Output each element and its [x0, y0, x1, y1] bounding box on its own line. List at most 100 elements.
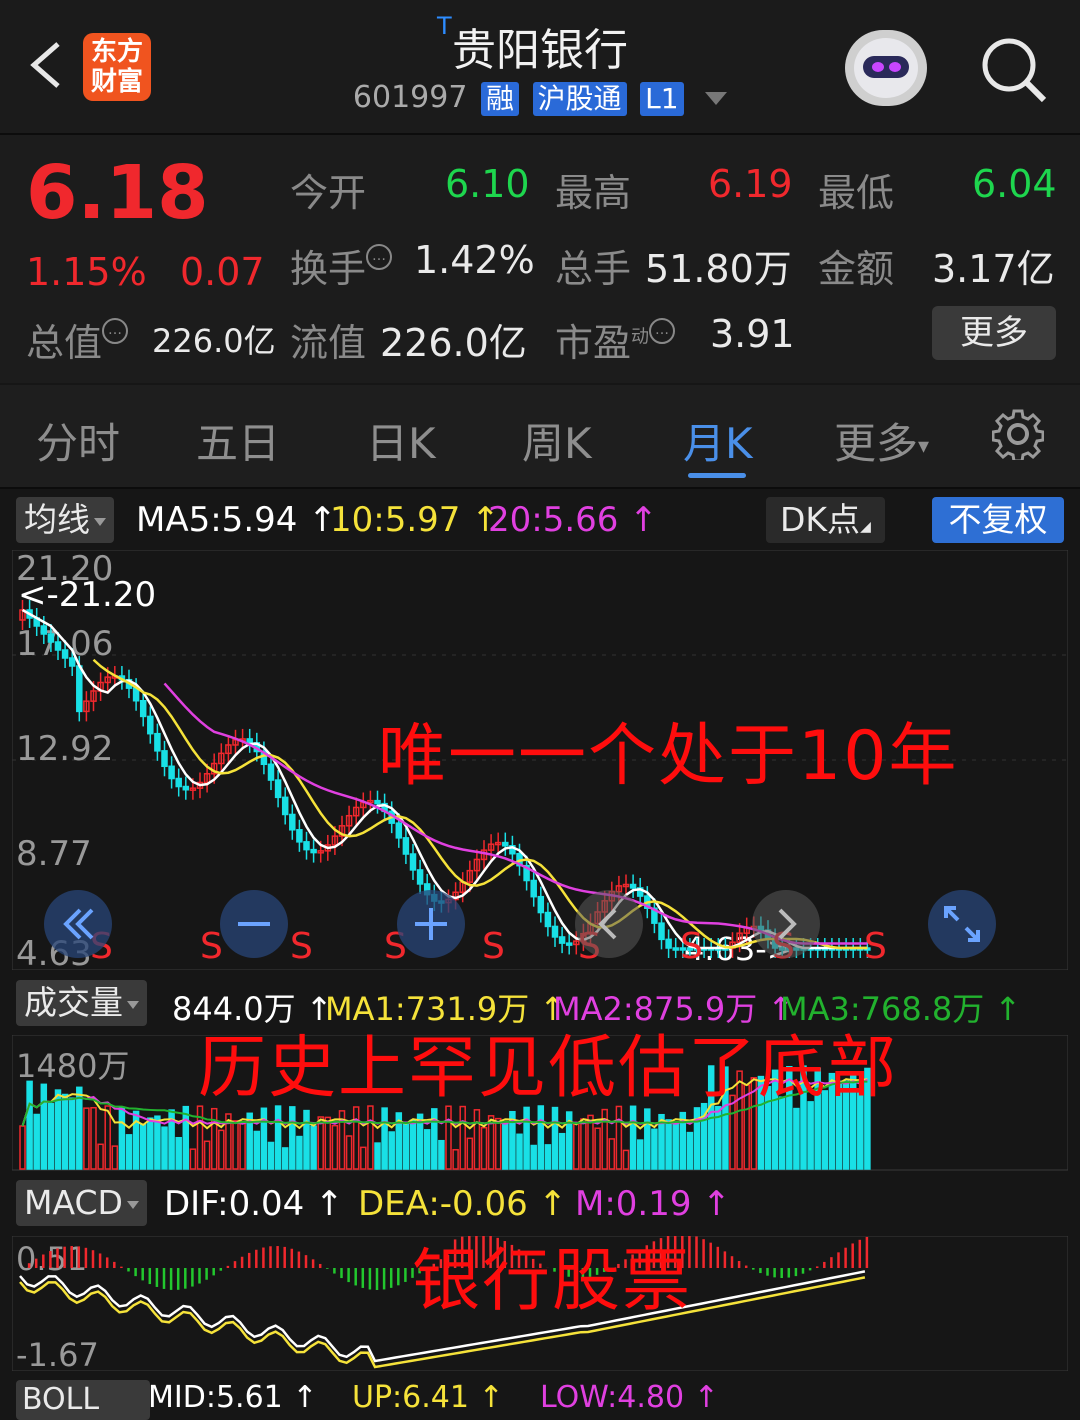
volume-bar — [154, 1115, 161, 1170]
max-price-note: <-21.20 — [18, 575, 156, 615]
tab-five-day[interactable]: 五日 — [196, 410, 280, 471]
macd-dea: DEA:-0.06 ↑ — [358, 1184, 568, 1224]
volume-label: 总手 — [555, 247, 632, 291]
sell-marker: S — [290, 926, 313, 967]
volume-bar — [452, 1149, 459, 1170]
macd-selector[interactable]: MACD — [16, 1180, 147, 1226]
mcap-label[interactable]: 总值… — [26, 312, 129, 367]
candle-body — [68, 657, 76, 667]
candle-body — [402, 837, 410, 855]
chevron-down-icon[interactable] — [705, 92, 728, 105]
volume-bar — [147, 1117, 154, 1170]
more-button[interactable]: 更多 — [932, 306, 1056, 360]
candle-body — [672, 947, 679, 951]
volume-bar — [54, 1089, 62, 1170]
volume-bar — [97, 1143, 104, 1170]
volume-bar — [345, 1135, 353, 1170]
volume-bar — [466, 1137, 474, 1170]
sell-marker: S — [680, 926, 703, 967]
scroll-right-button[interactable] — [752, 890, 820, 958]
ma-selector[interactable]: 均线 — [16, 497, 114, 543]
volume-bar — [573, 1122, 580, 1170]
candle-body — [310, 848, 317, 854]
macd-y-bottom: -1.67 — [16, 1336, 99, 1371]
volume-bar — [182, 1105, 190, 1170]
macd-dif: DIF:0.04 ↑ — [164, 1184, 344, 1224]
volume-bar — [324, 1116, 332, 1170]
volume-bar — [644, 1108, 651, 1170]
volume-bar — [68, 1097, 76, 1170]
volume-bar — [239, 1121, 246, 1170]
volume-bar — [665, 1119, 672, 1170]
info-icon[interactable]: … — [366, 244, 393, 270]
tag-level: L1 — [640, 81, 684, 116]
tab-monthly[interactable]: 月K — [683, 410, 753, 471]
volume-bar — [232, 1120, 239, 1170]
scroll-left-fast-button[interactable] — [44, 890, 112, 958]
mcap-value: 226.0亿 — [152, 322, 276, 360]
dk-point-button[interactable]: DK点◢ — [766, 497, 885, 543]
amount-value: 3.17亿 — [932, 247, 1055, 291]
candle-body — [502, 841, 509, 847]
sell-marker: S — [482, 926, 505, 967]
volume-bar — [76, 1086, 83, 1170]
tab-more[interactable]: 更多▾ — [834, 410, 929, 471]
caret-down-icon — [126, 1200, 139, 1209]
candle-body — [175, 777, 182, 788]
pe-label[interactable]: 市盈动… — [555, 312, 676, 367]
boll-selector[interactable]: BOLL — [16, 1380, 150, 1420]
volume-bar — [267, 1141, 275, 1170]
volume-bar — [402, 1121, 410, 1170]
candle-body — [281, 796, 289, 816]
tag-connect: 沪股通 — [532, 81, 627, 116]
volume-bar — [310, 1125, 317, 1170]
candle-body — [139, 699, 147, 718]
tab-weekly[interactable]: 周K — [522, 410, 592, 471]
gear-icon[interactable] — [992, 408, 1044, 460]
volume-bar — [409, 1119, 417, 1170]
volume-bar — [494, 1117, 502, 1170]
robot-avatar-icon[interactable] — [845, 30, 927, 106]
fullscreen-button[interactable] — [928, 890, 996, 958]
volume-bar — [693, 1107, 701, 1170]
volume-bar — [360, 1146, 367, 1170]
candle-body — [61, 649, 69, 659]
tab-daily[interactable]: 日K — [366, 410, 436, 471]
amount-label: 金额 — [818, 247, 895, 291]
volume-bar — [139, 1123, 147, 1170]
volume-bar — [218, 1129, 225, 1170]
turnover-value: 1.42% — [414, 238, 535, 282]
volume-selector-label: 成交量 — [24, 983, 123, 1022]
info-icon[interactable]: … — [102, 318, 129, 344]
zoom-out-button[interactable] — [220, 890, 288, 958]
volume-bar — [19, 1125, 26, 1170]
y-axis-label: 8.77 — [16, 834, 92, 874]
low-value: 6.04 — [972, 162, 1057, 206]
ma-selector-label: 均线 — [24, 500, 90, 539]
turnover-label[interactable]: 换手… — [290, 238, 393, 293]
boll-mid: MID:5.61 ↑ — [148, 1380, 318, 1415]
volume-bar — [431, 1108, 438, 1170]
scroll-left-button[interactable] — [575, 890, 643, 958]
zoom-in-button[interactable] — [397, 890, 465, 958]
tab-intraday[interactable]: 分时 — [36, 410, 120, 471]
volume-bar — [615, 1105, 623, 1170]
search-icon[interactable] — [978, 34, 1048, 104]
info-icon[interactable]: … — [649, 318, 676, 344]
volume-bar — [367, 1105, 374, 1170]
volume-bar — [608, 1138, 616, 1170]
candle-body — [558, 936, 566, 944]
volume-bar — [161, 1126, 168, 1170]
volume-selector[interactable]: 成交量 — [16, 980, 147, 1026]
volume-bar — [61, 1093, 69, 1170]
volume-bar — [317, 1116, 324, 1170]
stock-code: 601997 — [352, 80, 468, 115]
volume-bar — [622, 1149, 630, 1170]
volume-bar — [125, 1134, 133, 1170]
volume-bar — [551, 1106, 559, 1170]
adjust-button[interactable]: 不复权 — [932, 497, 1064, 543]
volume-bar — [40, 1083, 48, 1170]
candle-body — [161, 750, 168, 768]
volume-bar — [111, 1145, 119, 1170]
volume-bar — [352, 1106, 360, 1170]
